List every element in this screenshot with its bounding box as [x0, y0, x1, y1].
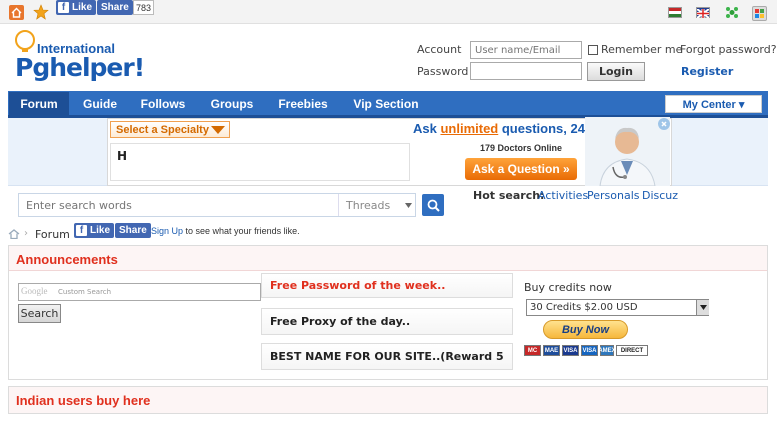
my-center-dropdown[interactable]: My Center ▾ [665, 95, 762, 113]
home-breadcrumb-icon[interactable] [8, 229, 20, 242]
amex-icon: AMEX [598, 345, 616, 356]
facebook-icon: f [58, 2, 69, 13]
paypal-buy-now-button[interactable]: Buy Now [543, 320, 628, 339]
facebook-like-button[interactable]: f Like [56, 0, 97, 15]
visa-electron-icon: VISA [581, 345, 598, 356]
announcement-item-3[interactable]: BEST NAME FOR OUR SITE..(Reward 5 [261, 343, 513, 370]
buy-credits-label: Buy credits now [524, 281, 612, 294]
breadcrumb-like-button[interactable]: f Like [74, 223, 115, 238]
specialty-select[interactable]: Select a Specialty [110, 121, 230, 138]
maestro-icon: MAE [543, 345, 560, 356]
announcement-item-1[interactable]: Free Password of the week.. [261, 273, 513, 298]
visa-icon: VISA [562, 345, 579, 356]
facebook-icon: f [76, 225, 87, 236]
login-button[interactable]: Login [587, 62, 645, 81]
app-icon[interactable] [752, 6, 767, 21]
remember-label: Remember me [601, 43, 683, 56]
breadcrumb-share-button[interactable]: Share [115, 223, 151, 238]
search-scope-select[interactable]: Threads [338, 194, 415, 216]
site-logo[interactable]: Pghelper! [15, 53, 145, 82]
ad-headline: Ask unlimited questions, 24x7 [413, 121, 600, 136]
search-button[interactable] [422, 194, 444, 216]
breadcrumb-separator: › [24, 228, 28, 239]
signup-link[interactable]: Sign Up [151, 226, 183, 236]
select-arrow-icon [696, 300, 709, 315]
mastercard-icon: MC [524, 345, 541, 356]
direct-debit-icon: DIRECT [616, 345, 648, 356]
ad-info-icon[interactable] [657, 117, 671, 131]
chevron-down-icon [211, 126, 225, 134]
announcements-header [9, 246, 767, 271]
breadcrumb-forum[interactable]: Forum [35, 228, 70, 241]
announcements-title: Announcements [16, 252, 118, 267]
ask-question-button[interactable]: Ask a Question » [465, 158, 577, 180]
caret-down-icon [405, 203, 412, 208]
share-count: 783 [133, 0, 155, 15]
nav-vip-section[interactable]: Vip Section [343, 92, 429, 116]
account-input[interactable] [470, 41, 582, 59]
remember-checkbox[interactable] [588, 45, 598, 55]
hot-link-personals[interactable]: Personals [587, 189, 640, 202]
google-search-input[interactable]: Google Custom Search [18, 283, 261, 301]
doctors-online: 179 Doctors Online [480, 143, 563, 153]
english-flag-icon[interactable] [696, 7, 710, 19]
nav-freebies[interactable]: Freebies [269, 92, 337, 116]
hot-link-discuz[interactable]: Discuz [642, 189, 678, 202]
google-search-button[interactable]: Search [18, 304, 61, 323]
register-link[interactable]: Register [681, 65, 733, 78]
credits-select[interactable]: 30 Credits $2.00 USD [526, 299, 709, 316]
hot-link-activities[interactable]: Activities [538, 189, 588, 202]
nav-groups[interactable]: Groups [201, 92, 263, 116]
home-icon[interactable] [9, 5, 24, 20]
language-flag-icon[interactable] [668, 7, 682, 18]
favorite-star-icon[interactable] [33, 4, 49, 23]
password-input[interactable] [470, 62, 582, 80]
question-textarea[interactable]: H [110, 143, 410, 181]
flower-icon[interactable] [725, 6, 739, 22]
announcement-item-2[interactable]: Free Proxy of the day.. [261, 308, 513, 335]
password-label: Password [417, 65, 469, 78]
indian-users-title[interactable]: Indian users buy here [16, 393, 150, 408]
search-input[interactable] [20, 195, 335, 215]
hot-search-label: Hot search: [473, 189, 545, 202]
nav-follows[interactable]: Follows [131, 92, 195, 116]
facebook-signup-text: Sign Up to see what your friends like. [151, 226, 300, 236]
forgot-password-link[interactable]: Forgot password? [680, 43, 777, 56]
facebook-share-button[interactable]: Share [97, 0, 133, 15]
search-icon [427, 199, 440, 212]
nav-guide[interactable]: Guide [72, 92, 128, 116]
account-label: Account [417, 43, 462, 56]
nav-forum[interactable]: Forum [9, 92, 69, 116]
